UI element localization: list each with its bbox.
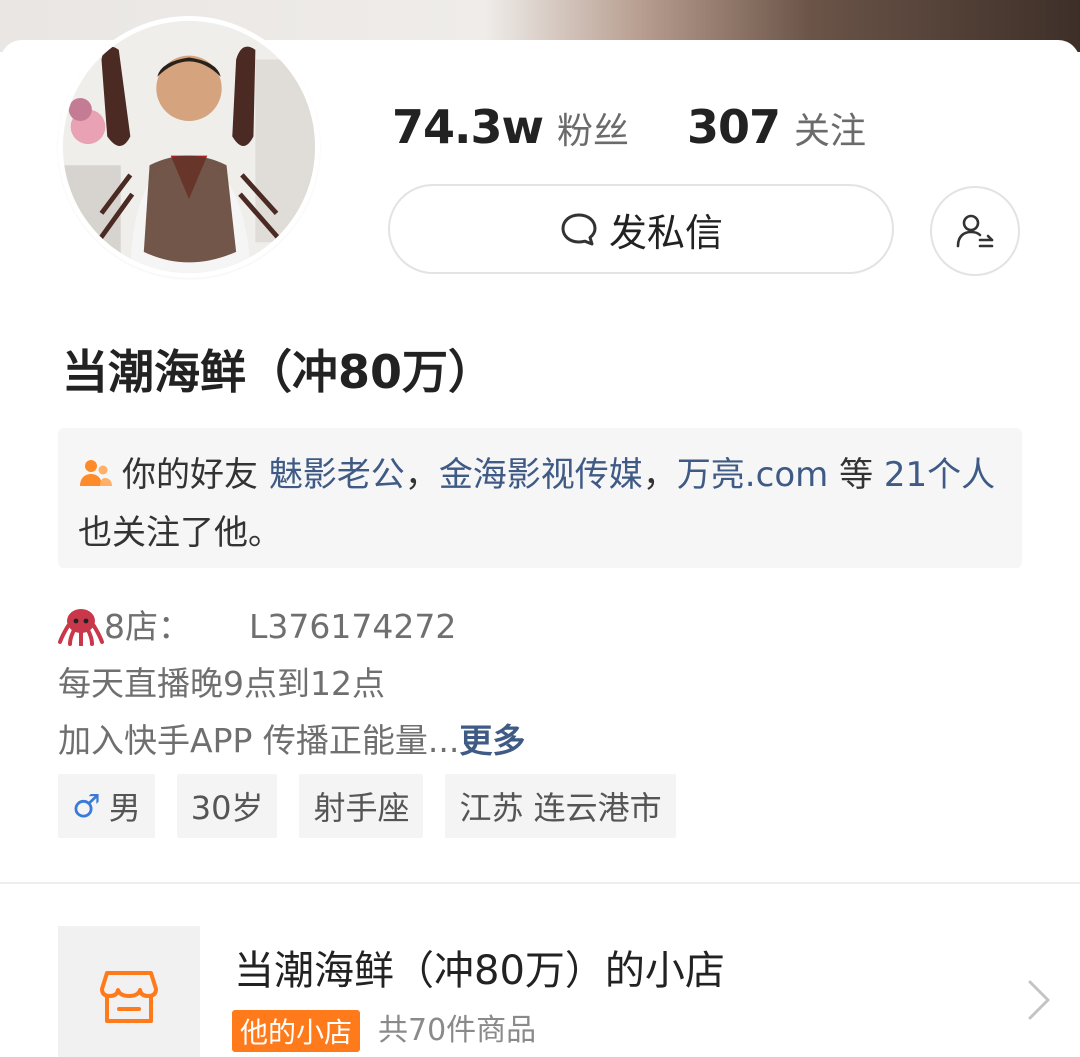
octopus-icon: [58, 609, 104, 646]
follow-button[interactable]: [930, 186, 1020, 276]
send-message-label: 发私信: [608, 210, 723, 255]
bio-shop-label: 8店：: [104, 607, 191, 646]
following-count: 307: [687, 100, 781, 154]
mutual-count-link[interactable]: 21个人: [884, 455, 995, 495]
section-divider: [0, 882, 1080, 884]
friends-icon: [80, 460, 112, 486]
gender-text: 男: [108, 789, 141, 827]
friend-link-2[interactable]: 金海影视传媒: [439, 455, 643, 495]
zodiac-tag: 射手座: [299, 774, 424, 838]
add-user-icon: [956, 214, 994, 248]
location-tag: 江苏 连云港市: [445, 774, 676, 838]
fans-count: 74.3w: [392, 100, 544, 154]
mutual-friends-box: 你的好友 魅影老公，金海影视传媒，万亮.com 等 21个人 也关注了他。: [58, 428, 1022, 568]
shop-item-count: 共70件商品: [378, 1013, 537, 1048]
profile-name: 当潮海鲜（冲80万）: [62, 345, 495, 399]
fans-stat[interactable]: 74.3w 粉丝: [392, 100, 629, 154]
age-tag: 30岁: [176, 774, 278, 838]
shop-thumbnail[interactable]: [58, 926, 200, 1057]
friend-link-1[interactable]: 魅影老公: [269, 455, 405, 495]
friend-link-3[interactable]: 万亮.com: [677, 455, 828, 495]
avatar[interactable]: [58, 16, 320, 278]
bio-line-1: 8店： L376174272: [58, 598, 525, 655]
shop-title[interactable]: 当潮海鲜（冲80万）的小店: [234, 938, 725, 996]
bio-line-3: 加入快手APP 传播正能量...更多: [58, 712, 525, 769]
bio-line-3-text: 加入快手APP 传播正能量...: [58, 721, 460, 760]
tags-row: ♂ 男 30岁 射手座 江苏 连云港市: [58, 774, 698, 838]
following-stat[interactable]: 307 关注: [687, 100, 866, 154]
following-label: 关注: [794, 111, 867, 152]
chat-bubble-icon: [561, 213, 597, 246]
shop-badge: 他的小店: [232, 1010, 361, 1052]
chevron-right-icon[interactable]: [1026, 978, 1054, 1022]
profile-page: 74.3w 粉丝 307 关注 发私信 当潮海鲜（冲80万） 你的好友 魅影老公…: [0, 0, 1080, 1057]
separator-2: ，: [642, 455, 677, 495]
avatar-photo: [63, 21, 315, 273]
separator-1: ，: [404, 455, 439, 495]
mutual-etc: 等: [839, 455, 874, 495]
bio-more-link[interactable]: 更多: [459, 721, 525, 760]
fans-label: 粉丝: [557, 111, 630, 152]
mutual-suffix: 也关注了他。: [78, 513, 282, 553]
stats-row: 74.3w 粉丝 307 关注: [392, 100, 924, 154]
store-icon: [100, 971, 158, 1023]
gender-tag: ♂ 男: [58, 774, 155, 838]
bio-shop-id: L376174272: [249, 607, 457, 646]
send-message-button[interactable]: 发私信: [388, 184, 894, 274]
bio: 8店： L376174272 每天直播晚9点到12点 加入快手APP 传播正能量.…: [58, 598, 525, 769]
mutual-prefix: 你的好友: [122, 455, 258, 495]
bio-line-2: 每天直播晚9点到12点: [58, 664, 385, 703]
male-icon: ♂: [72, 787, 101, 825]
